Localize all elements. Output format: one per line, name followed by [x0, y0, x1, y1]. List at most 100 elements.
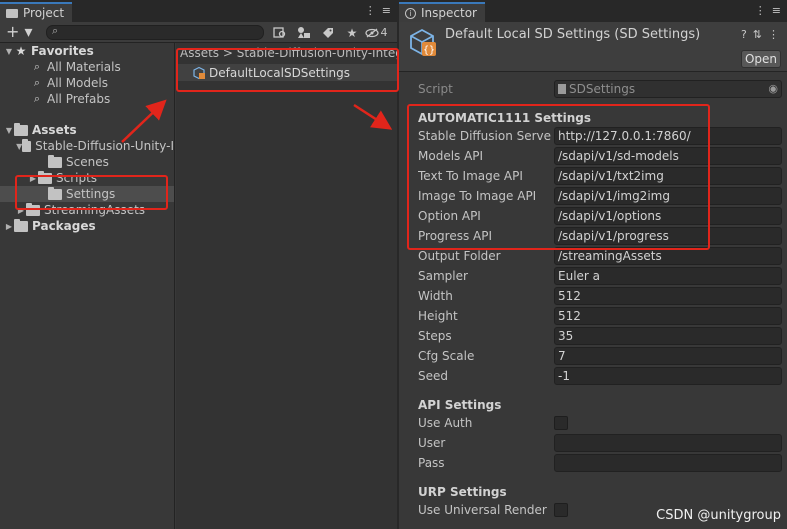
progress-api-input[interactable]: /sdapi/v1/progress: [554, 227, 782, 245]
svg-text:{}: {}: [423, 45, 435, 56]
expand-arrow-icon[interactable]: ▶: [16, 206, 26, 215]
expand-arrow-icon[interactable]: ▼: [4, 126, 14, 135]
field-label: Width: [418, 289, 453, 303]
field-user: User: [399, 433, 787, 453]
more-icon[interactable]: ⋮: [768, 28, 779, 41]
menu-icon[interactable]: ≡: [772, 4, 781, 17]
cfg-scale-input[interactable]: 7: [554, 347, 782, 365]
field-pass: Pass: [399, 453, 787, 473]
height-input[interactable]: 512: [554, 307, 782, 325]
field-use-auth: Use Auth: [399, 413, 787, 433]
field-label: Use Universal Render Pi: [418, 503, 551, 517]
tree-assets[interactable]: ▼ Assets: [0, 122, 174, 138]
field-option-api: Option API /sdapi/v1/options: [399, 206, 787, 226]
tab-project-label: Project: [23, 6, 65, 20]
field-label: Image To Image API: [418, 189, 537, 203]
folder-icon: [14, 218, 28, 232]
asset-item[interactable]: DefaultLocalSDSettings: [176, 64, 397, 81]
inspector-tabstrip: i Inspector ⋮ ≡: [399, 0, 787, 22]
expand-arrow-icon[interactable]: ▶: [4, 222, 14, 231]
hidden-count: 4: [380, 26, 388, 39]
search-input[interactable]: ⌕: [46, 24, 264, 40]
img2img-api-input[interactable]: /sdapi/v1/img2img: [554, 187, 782, 205]
favorite-star-icon[interactable]: ★: [340, 24, 364, 41]
expand-arrow-icon[interactable]: ▼: [4, 47, 14, 56]
asset-list: Assets > Stable-Diffusion-Unity-Integ De…: [176, 43, 398, 529]
menu-icon[interactable]: ≡: [382, 4, 391, 17]
help-icon[interactable]: ?: [741, 28, 747, 41]
label-tag-icon[interactable]: [316, 24, 340, 41]
project-panel: Project ⋮ ≡ + ▾ ⌕ ★ 4 ▼ ★ Favorites ⌕ Al…: [0, 0, 398, 529]
search-icon: ⌕: [33, 92, 41, 105]
hidden-packages-icon[interactable]: 4: [364, 24, 388, 41]
tree-favorite-item[interactable]: ⌕ All Prefabs: [0, 91, 174, 107]
steps-input[interactable]: 35: [554, 327, 782, 345]
option-api-input[interactable]: /sdapi/v1/options: [554, 207, 782, 225]
object-picker-icon[interactable]: ◉: [768, 81, 778, 97]
inspector-title: Default Local SD Settings (SD Settings): [445, 27, 701, 42]
models-api-input[interactable]: /sdapi/v1/sd-models: [554, 147, 782, 165]
section-urp-settings: URP Settings: [418, 485, 507, 499]
field-steps: Steps 35: [399, 326, 787, 346]
pass-input[interactable]: [554, 454, 782, 472]
settings-label: Settings: [66, 187, 116, 201]
tree-favorite-item[interactable]: ⌕ All Models: [0, 75, 174, 91]
field-height: Height 512: [399, 306, 787, 326]
assets-label: Assets: [32, 123, 77, 137]
favorite-item-label: All Prefabs: [47, 92, 111, 106]
lock-icon[interactable]: ⋮: [365, 4, 376, 17]
project-folder-label: Stable-Diffusion-Unity-I: [35, 139, 174, 153]
script-name: SDSettings: [569, 82, 636, 96]
script-file-icon: [558, 84, 566, 94]
field-progress-api: Progress API /sdapi/v1/progress: [399, 226, 787, 246]
folder-tree: ▼ ★ Favorites ⌕ All Materials ⌕ All Mode…: [0, 43, 175, 529]
star-icon: ★: [15, 44, 27, 58]
scripts-label: Scripts: [56, 171, 98, 185]
output-folder-input[interactable]: /streamingAssets: [554, 247, 782, 265]
use-urp-checkbox[interactable]: [554, 503, 568, 517]
tree-folder-scenes[interactable]: Scenes: [0, 154, 174, 170]
breadcrumb[interactable]: Assets > Stable-Diffusion-Unity-Integ: [180, 46, 398, 60]
tree-favorite-item[interactable]: ⌕ All Materials: [0, 59, 174, 75]
tab-inspector-label: Inspector: [421, 6, 477, 20]
tab-project[interactable]: Project: [0, 2, 73, 22]
tree-project-folder[interactable]: ▼ Stable-Diffusion-Unity-I: [0, 138, 174, 154]
search-icon: ⌕: [52, 24, 59, 37]
tree-packages[interactable]: ▶ Packages: [0, 218, 174, 234]
inspector-panel: i Inspector ⋮ ≡ {} Default Local SD Sett…: [399, 0, 787, 529]
tab-inspector[interactable]: i Inspector: [399, 2, 485, 22]
field-seed: Seed -1: [399, 366, 787, 386]
field-server-url: Stable Diffusion Server U http://127.0.0…: [399, 126, 787, 146]
add-asset-button[interactable]: + ▾: [6, 24, 33, 40]
field-label: Use Auth: [418, 416, 473, 430]
field-label: User: [418, 436, 446, 450]
tree-favorites[interactable]: ▼ ★ Favorites: [0, 43, 174, 59]
sampler-input[interactable]: Euler a: [554, 267, 782, 285]
use-auth-checkbox[interactable]: [554, 416, 568, 430]
field-label: Progress API: [418, 229, 493, 243]
field-label: Option API: [418, 209, 481, 223]
folder-icon: [38, 170, 52, 184]
script-label: Script: [418, 82, 453, 96]
scriptable-object-icon: {}: [410, 28, 436, 56]
tree-folder-streaming[interactable]: ▶ StreamingAssets: [0, 202, 174, 218]
txt2img-api-input[interactable]: /sdapi/v1/txt2img: [554, 167, 782, 185]
tree-folder-settings[interactable]: Settings: [0, 186, 174, 202]
width-input[interactable]: 512: [554, 287, 782, 305]
preset-icon[interactable]: ⇅: [753, 28, 762, 41]
inspector-header: {} Default Local SD Settings (SD Setting…: [399, 22, 787, 72]
search-by-type-icon[interactable]: [268, 24, 292, 41]
search-icon: ⌕: [33, 60, 41, 73]
user-input[interactable]: [554, 434, 782, 452]
folder-tab-icon: [6, 8, 18, 18]
favorite-item-label: All Models: [47, 76, 108, 90]
field-label: Sampler: [418, 269, 468, 283]
expand-arrow-icon[interactable]: ▶: [28, 174, 38, 183]
server-url-input[interactable]: http://127.0.0.1:7860/: [554, 127, 782, 145]
streaming-label: StreamingAssets: [44, 203, 146, 217]
seed-input[interactable]: -1: [554, 367, 782, 385]
tree-folder-scripts[interactable]: ▶ Scripts: [0, 170, 174, 186]
lock-icon[interactable]: ⋮: [755, 4, 766, 17]
open-button[interactable]: Open: [741, 50, 781, 68]
filter-type-icon[interactable]: [292, 24, 316, 41]
